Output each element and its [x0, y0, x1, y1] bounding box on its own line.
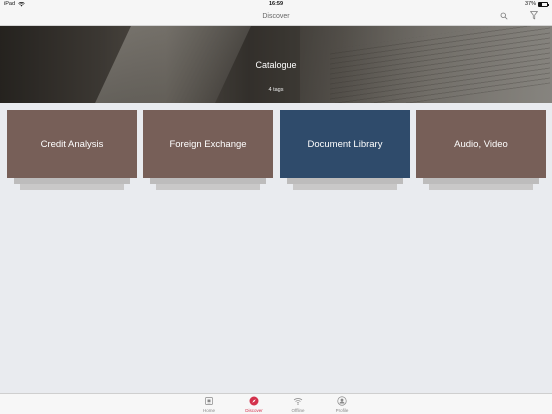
filter-icon[interactable] — [530, 11, 538, 20]
card-foreign-exchange[interactable]: Foreign Exchange — [143, 110, 273, 192]
banner-subtitle: 4 tags — [268, 87, 284, 93]
nav-bar: Discover — [0, 9, 552, 26]
banner-title: Catalogue — [255, 60, 297, 70]
tab-discover[interactable]: Discover — [234, 396, 274, 413]
card-label: Foreign Exchange — [143, 110, 273, 178]
compass-icon — [249, 396, 259, 406]
status-bar: iPad 16:59 37% — [0, 0, 552, 9]
tab-home[interactable]: Home — [189, 396, 229, 413]
search-icon[interactable] — [500, 12, 508, 20]
tab-bar: Home Discover Offline Profile — [0, 393, 552, 414]
battery-icon — [538, 1, 549, 7]
profile-icon — [337, 396, 347, 406]
status-time: 16:59 — [268, 1, 284, 7]
card-label: Credit Analysis — [7, 110, 137, 178]
wifi-icon — [293, 398, 303, 405]
tab-label: Home — [202, 408, 215, 413]
tab-label: Offline — [291, 408, 305, 413]
tab-profile[interactable]: Profile — [322, 396, 362, 413]
home-icon — [205, 397, 213, 405]
card-credit-analysis[interactable]: Credit Analysis — [7, 110, 137, 192]
tab-label: Profile — [335, 408, 349, 413]
card-document-library[interactable]: Document Library — [280, 110, 410, 192]
card-audio-video[interactable]: Audio, Video — [416, 110, 546, 192]
tab-label: Discover — [245, 408, 263, 413]
card-label: Document Library — [280, 110, 410, 178]
battery-percent: 37% — [524, 1, 536, 7]
tab-offline[interactable]: Offline — [278, 396, 318, 413]
status-right: 37% — [524, 1, 549, 7]
card-label: Audio, Video — [416, 110, 546, 178]
catalogue-banner[interactable]: Catalogue 4 tags — [0, 26, 552, 103]
page-title: Discover — [262, 13, 290, 20]
